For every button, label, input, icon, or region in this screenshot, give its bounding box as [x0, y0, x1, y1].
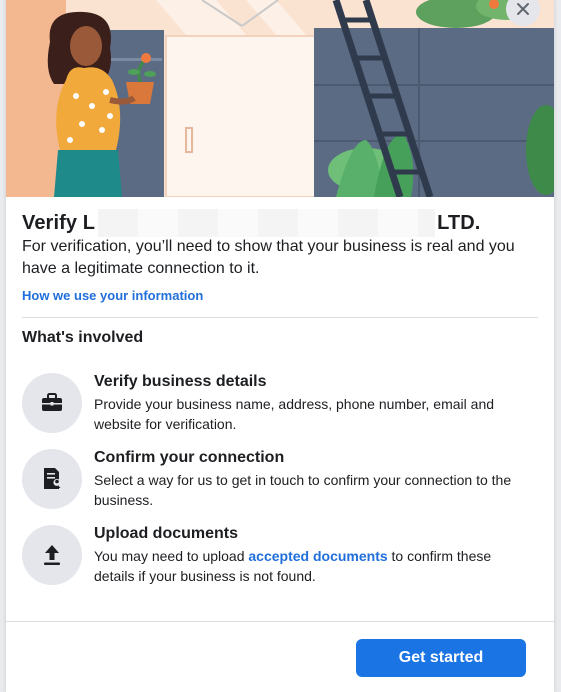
hero-illustration [6, 0, 554, 197]
step-icon-circle [22, 373, 82, 433]
footer-divider [6, 621, 554, 622]
section-title: What's involved [22, 329, 144, 346]
briefcase-icon [42, 393, 62, 411]
step-icon-circle [22, 525, 82, 585]
title-prefix: Verify L [22, 211, 96, 234]
step-verify-details: Verify business details Provide your bus… [22, 373, 542, 437]
step-icon-circle [22, 449, 82, 509]
info-link[interactable]: How we use your information [22, 288, 203, 303]
step-title: Upload documents [94, 525, 239, 542]
title-suffix: LTD. [437, 211, 481, 234]
dialog-title: Verify L LTD. [22, 209, 480, 237]
accepted-documents-link[interactable]: accepted documents [248, 548, 387, 564]
document-person-icon [44, 468, 61, 489]
step-description: Provide your business name, address, pho… [94, 396, 495, 432]
get-started-button[interactable]: Get started [356, 639, 526, 677]
step-description: You may need to upload accepted document… [94, 546, 534, 586]
close-icon [517, 3, 529, 15]
redacted-business-name [98, 209, 436, 237]
step-title: Confirm your connection [94, 449, 285, 466]
verification-dialog: Verify L LTD. For verification, you’ll n… [6, 0, 554, 692]
section-divider [22, 317, 538, 318]
step-title: Verify business details [94, 373, 267, 390]
step-description: Select a way for us to get in touch to c… [94, 472, 512, 508]
step-confirm-connection: Confirm your connection Select a way for… [22, 449, 542, 513]
hero-svg [6, 0, 554, 197]
step-desc-before: You may need to upload [94, 548, 249, 564]
upload-icon [44, 545, 60, 565]
dialog-subtitle: For verification, you’ll need to show th… [22, 238, 515, 277]
step-upload-documents: Upload documents You may need to upload … [22, 525, 542, 589]
